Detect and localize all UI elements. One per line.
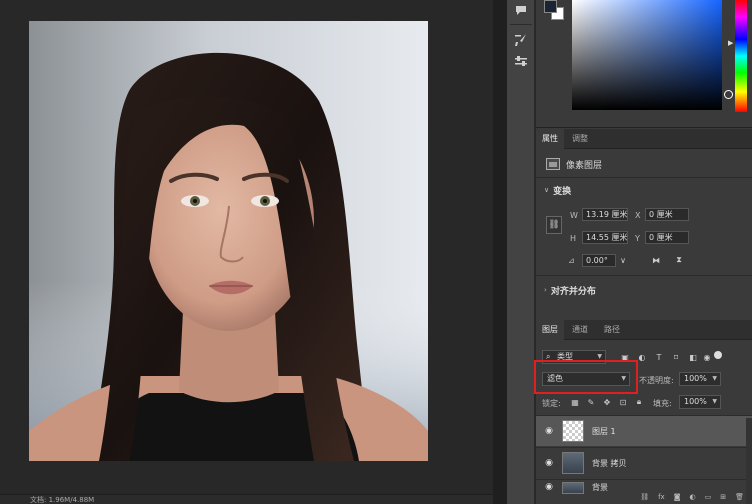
- opacity-label: 不透明度:: [639, 376, 674, 385]
- hue-arrow-icon: ▶: [728, 39, 734, 47]
- fill-value: 100%: [684, 397, 707, 406]
- height-label: H: [570, 234, 577, 243]
- filter-type-icon[interactable]: T: [654, 352, 664, 362]
- new-layer-icon[interactable]: ⊞: [720, 493, 726, 504]
- layer-row-background[interactable]: ◉ 背景: [536, 479, 752, 494]
- document-status-text: 文档: 1.96M/4.88M: [30, 496, 95, 504]
- foreground-color-swatch[interactable]: [544, 0, 557, 13]
- lock-all-icon[interactable]: 🔒︎: [634, 397, 644, 407]
- pixel-layer-row: 像素图层: [546, 156, 602, 172]
- lock-image-icon[interactable]: ✎: [586, 397, 596, 407]
- portrait-photo: [29, 21, 428, 461]
- fill-field[interactable]: 100% ▼: [679, 395, 721, 409]
- layer-thumbnail: [562, 452, 584, 474]
- panel-divider[interactable]: [493, 0, 507, 504]
- tab-adjustments[interactable]: 调整: [566, 129, 594, 149]
- layer-thumbnail: [562, 420, 584, 442]
- transform-section-header[interactable]: ∨ 变换: [544, 182, 571, 198]
- align-section-header[interactable]: › 对齐并分布: [544, 282, 596, 298]
- eye-icon[interactable]: ◉: [536, 482, 562, 492]
- layers-scrollbar[interactable]: [746, 418, 752, 504]
- adjust-icon[interactable]: [511, 51, 531, 71]
- filter-shape-icon[interactable]: ⌑: [671, 352, 681, 362]
- lock-transparent-icon[interactable]: ▦: [570, 397, 580, 407]
- add-mask-icon[interactable]: ◙: [674, 493, 681, 504]
- brush-settings-icon[interactable]: [511, 30, 531, 50]
- height-field[interactable]: 14.55 厘米: [582, 231, 628, 244]
- properties-tabbar: 属性 调整: [536, 129, 752, 149]
- flip-vertical-icon[interactable]: ⧗: [673, 254, 685, 266]
- width-field[interactable]: 13.19 厘米: [582, 208, 628, 221]
- tab-layers[interactable]: 图层: [536, 320, 564, 340]
- layer-row-layer1[interactable]: ◉ 图层 1: [536, 415, 752, 446]
- filter-artboard-icon[interactable]: ◉: [702, 352, 712, 362]
- adjustment-layer-icon[interactable]: ◐: [690, 493, 696, 504]
- blend-mode-highlight: [534, 360, 638, 394]
- x-field[interactable]: 0 厘米: [645, 208, 689, 221]
- y-field[interactable]: 0 厘米: [645, 231, 689, 244]
- opacity-field[interactable]: 100% ▼: [679, 372, 721, 386]
- tab-channels[interactable]: 通道: [566, 320, 594, 340]
- document-canvas-photo[interactable]: [29, 21, 428, 461]
- panel-toolstrip: [507, 0, 535, 504]
- align-title: 对齐并分布: [550, 286, 596, 297]
- color-panel: ▶: [536, 0, 752, 128]
- angle-icon: ⊿: [568, 256, 575, 265]
- filter-adjustment-icon[interactable]: ◐: [637, 352, 647, 362]
- y-label: Y: [635, 234, 640, 243]
- layers-tabbar: 图层 通道 路径: [536, 320, 752, 340]
- layer-name[interactable]: 图层 1: [592, 426, 616, 437]
- layer-row-background-copy[interactable]: ◉ 背景 拷贝: [536, 447, 752, 478]
- color-saturation-field[interactable]: [572, 0, 733, 110]
- transform-title: 变换: [553, 186, 572, 197]
- lock-position-icon[interactable]: ✥: [602, 397, 612, 407]
- width-label: W: [570, 211, 578, 220]
- comment-icon[interactable]: [511, 0, 531, 20]
- angle-field[interactable]: 0.00°: [582, 254, 616, 267]
- angle-dropdown-icon[interactable]: ∨: [617, 254, 629, 266]
- layers-footer: ⛓ fx ◙ ◐ ▭ ⊞ 🗑︎: [536, 493, 752, 504]
- fx-icon[interactable]: fx: [658, 493, 665, 504]
- canvas-workspace[interactable]: 文档: 1.96M/4.88M: [0, 0, 493, 504]
- chevron-down-icon: ▼: [712, 375, 717, 382]
- layer-name[interactable]: 背景 拷贝: [592, 458, 627, 469]
- filter-toggle[interactable]: [714, 351, 722, 359]
- eye-icon[interactable]: ◉: [536, 426, 562, 436]
- properties-panel: 属性 调整 像素图层 ∨ 变换 ⛓ W 13.19 厘米 X 0 厘米 H 14…: [536, 129, 752, 318]
- pixel-layer-icon: [546, 158, 560, 170]
- link-dimensions-icon[interactable]: ⛓: [546, 216, 562, 234]
- pixel-layer-label: 像素图层: [566, 160, 603, 171]
- hue-slider[interactable]: [735, 0, 747, 112]
- divider: [536, 275, 752, 276]
- fill-label: 填充:: [653, 399, 672, 408]
- tab-properties[interactable]: 属性: [536, 129, 564, 149]
- flip-horizontal-icon[interactable]: ⧓: [650, 254, 662, 266]
- chevron-down-icon: ∨: [544, 186, 550, 194]
- color-picker-marker[interactable]: [724, 90, 733, 99]
- chevron-right-icon: ›: [544, 286, 547, 294]
- layers-panel: 图层 通道 路径 ⌕ 类型 ▼ ▣ ◐ T ⌑ ◧ ◉ 滤色 ▼ 不透明度: 1…: [534, 320, 752, 504]
- right-panels: ▶ 属性 调整 像素图层 ∨ 变换 ⛓ W 13.19 厘米 X 0 厘米 H …: [534, 0, 752, 504]
- filter-smart-object-icon[interactable]: ◧: [688, 352, 698, 362]
- x-label: X: [635, 211, 641, 220]
- new-group-icon[interactable]: ▭: [705, 493, 712, 504]
- link-layers-icon[interactable]: ⛓: [640, 493, 649, 504]
- lock-artboard-icon[interactable]: ⊡: [618, 397, 628, 407]
- tab-paths[interactable]: 路径: [598, 320, 626, 340]
- lock-label: 锁定:: [542, 399, 561, 408]
- eye-icon[interactable]: ◉: [536, 458, 562, 468]
- status-bar: 文档: 1.96M/4.88M: [0, 494, 493, 504]
- chevron-down-icon: ▼: [712, 398, 717, 405]
- divider: [536, 177, 752, 178]
- toolstrip-separator: [510, 24, 532, 25]
- trash-icon[interactable]: 🗑︎: [735, 493, 744, 504]
- layer-name[interactable]: 背景: [592, 482, 608, 493]
- opacity-value: 100%: [684, 374, 707, 383]
